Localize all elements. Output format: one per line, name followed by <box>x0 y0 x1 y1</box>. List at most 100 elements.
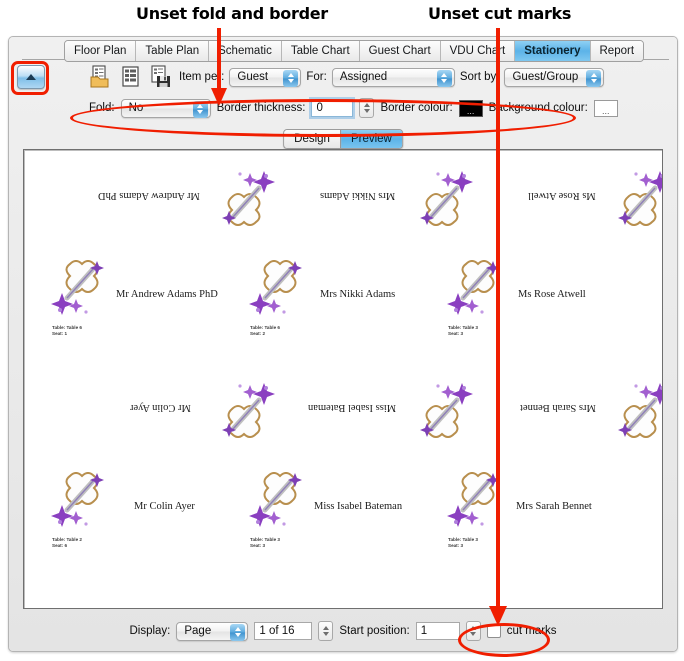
annotation-label-cut-marks: Unset cut marks <box>428 4 571 23</box>
wand-illustration-icon <box>50 472 110 530</box>
place-card-name: Ms Rose Atwell <box>518 289 586 300</box>
annotation-label-fold-border: Unset fold and border <box>136 4 328 23</box>
background-colour-glyph: ... <box>602 107 610 116</box>
border-thickness-stepper[interactable] <box>359 98 374 118</box>
fold-label: Fold: <box>89 102 115 114</box>
wand-illustration-icon <box>612 168 663 226</box>
item-per-select[interactable]: Guest <box>229 68 301 87</box>
open-document-icon[interactable] <box>89 65 114 90</box>
view-mode-segmented-control[interactable]: Design Preview <box>283 129 403 149</box>
place-card-name: Mr Colin Ayer <box>134 501 195 512</box>
wand-illustration-icon <box>50 260 110 318</box>
place-card-seat: Seat: 3 <box>250 543 265 549</box>
tab-stationery[interactable]: Stationery <box>515 41 590 61</box>
save-document-icon[interactable] <box>149 65 174 90</box>
place-card-seat: Seat: 1 <box>52 331 67 337</box>
start-position-input[interactable]: 1 <box>416 622 460 640</box>
place-card-seat: Seat: 3 <box>448 331 463 337</box>
page-number-input[interactable]: 1 of 16 <box>254 622 312 640</box>
place-card-name: Mr Andrew Adams PhD <box>116 289 218 300</box>
tab-schematic[interactable]: Schematic <box>209 41 282 61</box>
border-colour-label: Border colour: <box>380 102 452 114</box>
place-card-seat: Seat: 2 <box>250 331 265 337</box>
segment-preview[interactable]: Preview <box>340 130 402 148</box>
tab-floor-plan[interactable]: Floor Plan <box>65 41 136 61</box>
list-document-icon[interactable] <box>119 65 144 90</box>
segment-design[interactable]: Design <box>284 130 340 148</box>
border-thickness-input[interactable]: 0 <box>311 99 353 117</box>
place-card: Mr Andrew Adams PhD Mr Andrew Adams PhD … <box>38 160 243 330</box>
collapse-panel-button[interactable] <box>17 65 45 89</box>
tab-group[interactable]: Floor Plan Table Plan Schematic Table Ch… <box>64 40 644 62</box>
item-per-value: Guest <box>237 71 268 83</box>
item-per-label: Item per: <box>179 71 224 83</box>
place-card-name-mirrored: Mrs Sarah Bennet <box>520 402 596 413</box>
chevron-updown-icon <box>586 70 601 87</box>
place-card-name-mirrored: Mr Colin Ayer <box>130 402 191 413</box>
start-position-value: 1 <box>421 625 427 637</box>
sort-by-value: Guest/Group <box>512 71 578 83</box>
place-card-name: Mrs Nikki Adams <box>320 289 395 300</box>
place-card: Miss Isabel Bateman Miss Isabel Bateman … <box>236 372 441 542</box>
tab-table-plan[interactable]: Table Plan <box>136 41 209 61</box>
cut-marks-label: cut marks <box>507 625 557 637</box>
place-card-name: Miss Isabel Bateman <box>314 501 402 512</box>
cut-marks-checkbox[interactable] <box>487 624 501 638</box>
place-card-table: Table: Table 6 <box>250 325 280 331</box>
stationery-toolbar: Item per: Guest For: Assigned Sort by: G… <box>89 63 669 91</box>
place-card-seat: Seat: 3 <box>448 543 463 549</box>
stationery-preview-area[interactable]: Mr Andrew Adams PhD Mr Andrew Adams PhD … <box>23 149 663 609</box>
start-position-label: Start position: <box>339 625 409 637</box>
wand-illustration-icon <box>612 380 663 438</box>
sort-by-label: Sort by: <box>460 71 500 83</box>
place-card-table: Table: Table 3 <box>448 537 478 543</box>
tab-guest-chart[interactable]: Guest Chart <box>360 41 441 61</box>
for-value: Assigned <box>340 71 387 83</box>
place-card-name-mirrored: Mr Andrew Adams PhD <box>98 190 200 201</box>
wand-illustration-icon <box>248 260 308 318</box>
chevron-updown-icon <box>230 624 245 641</box>
place-card-table: Table: Table 6 <box>52 325 82 331</box>
chevron-updown-icon <box>283 70 298 87</box>
place-card-name: Mrs Sarah Bennet <box>516 501 592 512</box>
display-label: Display: <box>129 625 170 637</box>
tab-bar: Floor Plan Table Plan Schematic Table Ch… <box>22 40 669 62</box>
tab-report[interactable]: Report <box>591 41 644 61</box>
place-card-table: Table: Table 3 <box>448 325 478 331</box>
tab-table-chart[interactable]: Table Chart <box>282 41 360 61</box>
border-colour-swatch[interactable]: ... <box>459 100 483 117</box>
display-value: Page <box>184 625 211 637</box>
border-thickness-value: 0 <box>316 102 322 114</box>
place-card-name-mirrored: Miss Isabel Bateman <box>308 402 396 413</box>
place-card: Mr Colin Ayer Mr Colin Ayer Table: Table… <box>38 372 243 542</box>
tab-vdu-chart[interactable]: VDU Chart <box>441 41 516 61</box>
background-colour-swatch[interactable]: ... <box>594 100 618 117</box>
for-select[interactable]: Assigned <box>332 68 455 87</box>
chevron-updown-icon <box>193 101 208 118</box>
chevron-updown-icon <box>437 70 452 87</box>
background-colour-label: Background colour: <box>489 102 588 114</box>
page-number-value: 1 of 16 <box>259 625 294 637</box>
wand-illustration-icon <box>446 472 506 530</box>
wand-illustration-icon <box>446 260 506 318</box>
place-card: Mrs Sarah Bennet Mrs Sarah Bennet Table:… <box>434 372 639 542</box>
place-card: Mrs Nikki Adams Mrs Nikki Adams Table: T… <box>236 160 441 330</box>
wand-illustration-icon <box>248 472 308 530</box>
place-card-name-mirrored: Ms Rose Atwell <box>528 190 596 201</box>
place-card-table: Table: Table 2 <box>52 537 82 543</box>
stationery-options-row: Fold: No Border thickness: 0 Border colo… <box>89 95 669 121</box>
place-card-name-mirrored: Mrs Nikki Adams <box>320 190 395 201</box>
place-card-table: Table: Table 3 <box>250 537 280 543</box>
place-card-seat: Seat: 6 <box>52 543 67 549</box>
start-position-stepper[interactable] <box>466 621 481 641</box>
page-number-stepper[interactable] <box>318 621 333 641</box>
place-card: Ms Rose Atwell Ms Rose Atwell Table: Tab… <box>434 160 639 330</box>
sort-by-select[interactable]: Guest/Group <box>504 68 604 87</box>
for-label: For: <box>306 71 326 83</box>
triangle-up-icon <box>26 74 36 80</box>
preview-page: Mr Andrew Adams PhD Mr Andrew Adams PhD … <box>38 160 663 609</box>
border-colour-glyph: ... <box>467 107 475 116</box>
preview-bottom-bar: Display: Page 1 of 16 Start position: 1 … <box>9 611 677 651</box>
fold-select[interactable]: No <box>121 99 211 118</box>
display-select[interactable]: Page <box>176 622 248 641</box>
